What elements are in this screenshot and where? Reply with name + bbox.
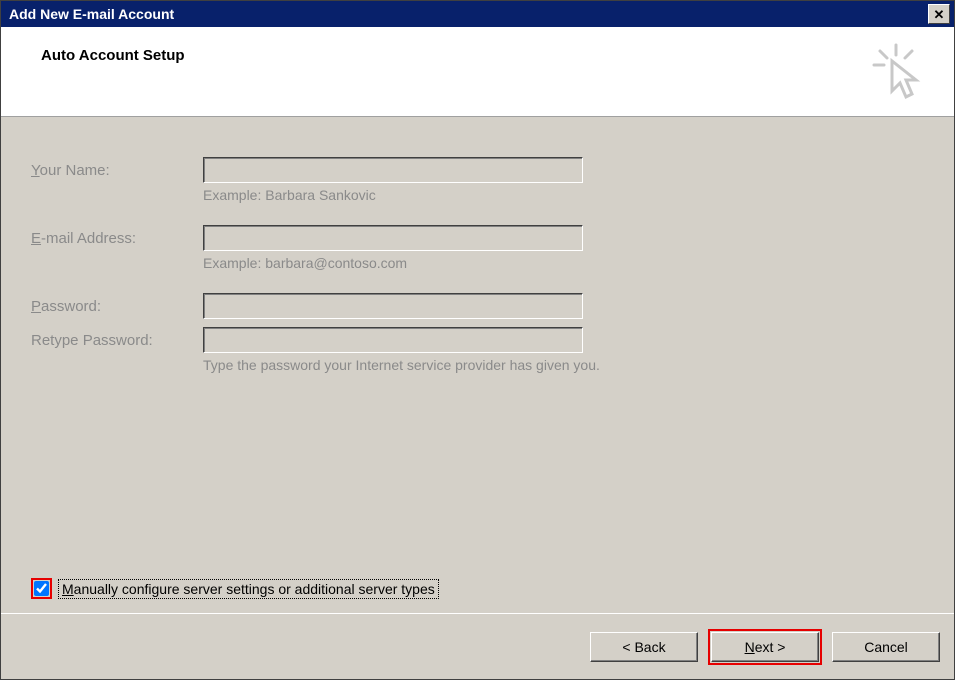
close-button[interactable]: ✕: [928, 4, 950, 24]
wizard-body: Your Name: Example: Barbara Sankovic E-m…: [1, 117, 954, 613]
password-input: [203, 293, 583, 319]
manual-config-checkbox[interactable]: [34, 581, 49, 596]
next-button-highlight: Next >: [708, 629, 822, 665]
retype-password-input: [203, 327, 583, 353]
email-label: E-mail Address:: [31, 230, 203, 247]
wizard-footer: < Back Next > Cancel: [1, 613, 954, 679]
dialog-window: Add New E-mail Account ✕ Auto Account Se…: [0, 0, 955, 680]
page-title: Auto Account Setup: [41, 47, 185, 64]
name-hint: Example: Barbara Sankovic: [203, 187, 924, 203]
cursor-click-icon: [872, 43, 926, 103]
back-button[interactable]: < Back: [590, 632, 698, 662]
next-button[interactable]: Next >: [711, 632, 819, 662]
close-icon: ✕: [934, 8, 945, 21]
manual-config-row: Manually configure server settings or ad…: [31, 578, 439, 599]
window-title: Add New E-mail Account: [9, 6, 928, 22]
wizard-header: Auto Account Setup: [1, 27, 954, 117]
name-input: [203, 157, 583, 183]
manual-config-label[interactable]: Manually configure server settings or ad…: [58, 579, 439, 599]
email-input: [203, 225, 583, 251]
name-label: Your Name:: [31, 162, 203, 179]
checkbox-highlight: [31, 578, 52, 599]
password-hint: Type the password your Internet service …: [203, 357, 924, 373]
cancel-button[interactable]: Cancel: [832, 632, 940, 662]
email-hint: Example: barbara@contoso.com: [203, 255, 924, 271]
password-label: Password:: [31, 298, 203, 315]
retype-password-label: Retype Password:: [31, 332, 203, 349]
titlebar: Add New E-mail Account ✕: [1, 1, 954, 27]
